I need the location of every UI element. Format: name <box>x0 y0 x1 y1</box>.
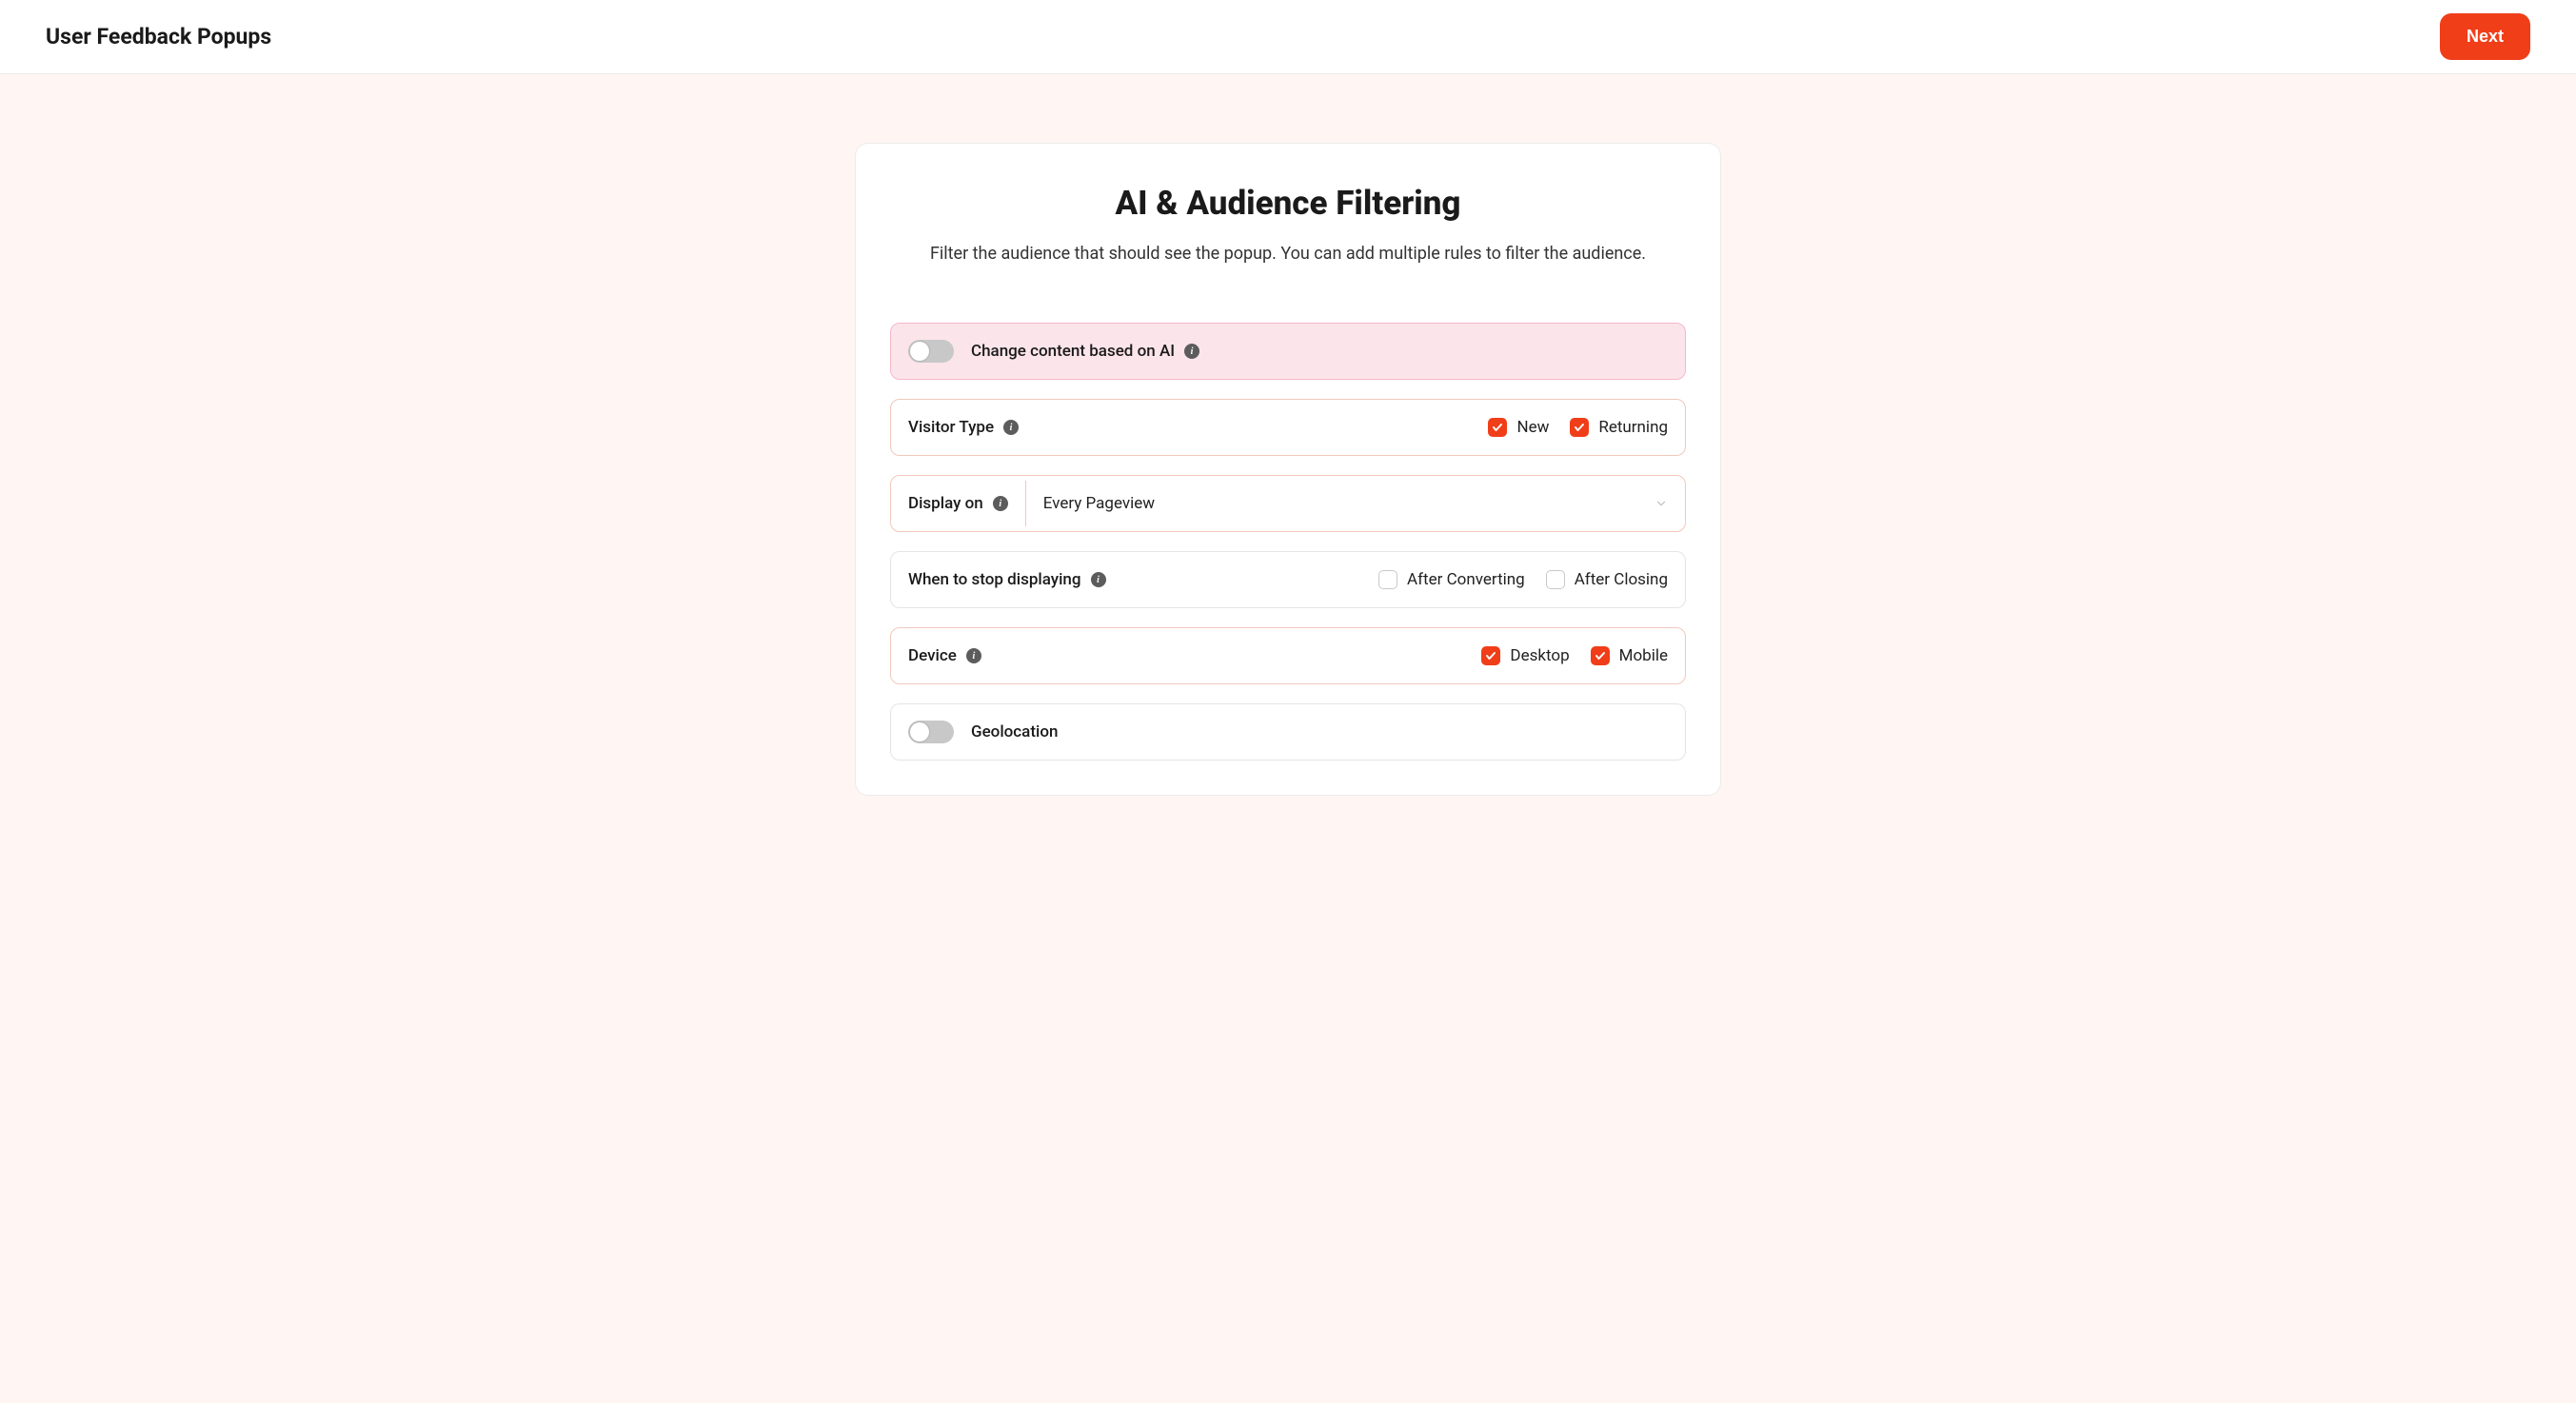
device-label: Device <box>908 646 957 665</box>
check-icon <box>1570 418 1589 437</box>
card-title: AI & Audience Filtering <box>890 184 1686 223</box>
check-icon <box>1546 570 1565 589</box>
rule-geolocation: Geolocation <box>890 703 1686 761</box>
checkbox-after-closing[interactable]: After Closing <box>1546 570 1668 589</box>
checkbox-after-converting[interactable]: After Converting <box>1378 570 1525 589</box>
geolocation-label: Geolocation <box>971 722 1058 741</box>
check-label: New <box>1516 418 1549 437</box>
geolocation-toggle[interactable] <box>908 721 954 743</box>
display-on-label: Display on <box>908 494 983 513</box>
ai-toggle[interactable] <box>908 340 954 363</box>
select-value: Every Pageview <box>1043 494 1155 513</box>
check-icon <box>1481 646 1500 665</box>
info-icon[interactable]: i <box>966 648 981 663</box>
rule-ai: Change content based on AI i <box>890 323 1686 380</box>
stop-label: When to stop displaying <box>908 570 1081 589</box>
rule-device: Device i Desktop Mobile <box>890 627 1686 684</box>
card-subtitle: Filter the audience that should see the … <box>890 244 1686 264</box>
display-on-select[interactable]: Every Pageview <box>1026 481 1685 526</box>
visitor-type-label: Visitor Type <box>908 418 994 437</box>
check-label: After Converting <box>1407 570 1525 589</box>
chevron-down-icon <box>1655 497 1668 510</box>
checkbox-device-mobile[interactable]: Mobile <box>1591 646 1668 665</box>
settings-card: AI & Audience Filtering Filter the audie… <box>855 143 1721 796</box>
page-header: User Feedback Popups Next <box>0 0 2576 74</box>
ai-label: Change content based on AI <box>971 342 1175 361</box>
page-background: AI & Audience Filtering Filter the audie… <box>0 74 2576 1403</box>
info-icon[interactable]: i <box>993 496 1008 511</box>
info-icon[interactable]: i <box>1184 344 1199 359</box>
check-label: Mobile <box>1619 646 1668 665</box>
check-icon <box>1591 646 1610 665</box>
check-label: After Closing <box>1575 570 1668 589</box>
check-icon <box>1488 418 1507 437</box>
checkbox-visitor-returning[interactable]: Returning <box>1570 418 1668 437</box>
next-button[interactable]: Next <box>2440 13 2530 60</box>
checkbox-device-desktop[interactable]: Desktop <box>1481 646 1569 665</box>
check-label: Desktop <box>1510 646 1569 665</box>
page-title: User Feedback Popups <box>46 24 271 49</box>
rule-visitor-type: Visitor Type i New Returning <box>890 399 1686 456</box>
checkbox-visitor-new[interactable]: New <box>1488 418 1549 437</box>
rule-stop-displaying: When to stop displaying i After Converti… <box>890 551 1686 608</box>
info-icon[interactable]: i <box>1003 420 1019 435</box>
check-label: Returning <box>1598 418 1668 437</box>
rule-display-on: Display on i Every Pageview <box>890 475 1686 532</box>
check-icon <box>1378 570 1397 589</box>
toggle-knob <box>910 342 929 361</box>
toggle-knob <box>910 722 929 741</box>
info-icon[interactable]: i <box>1091 572 1106 587</box>
